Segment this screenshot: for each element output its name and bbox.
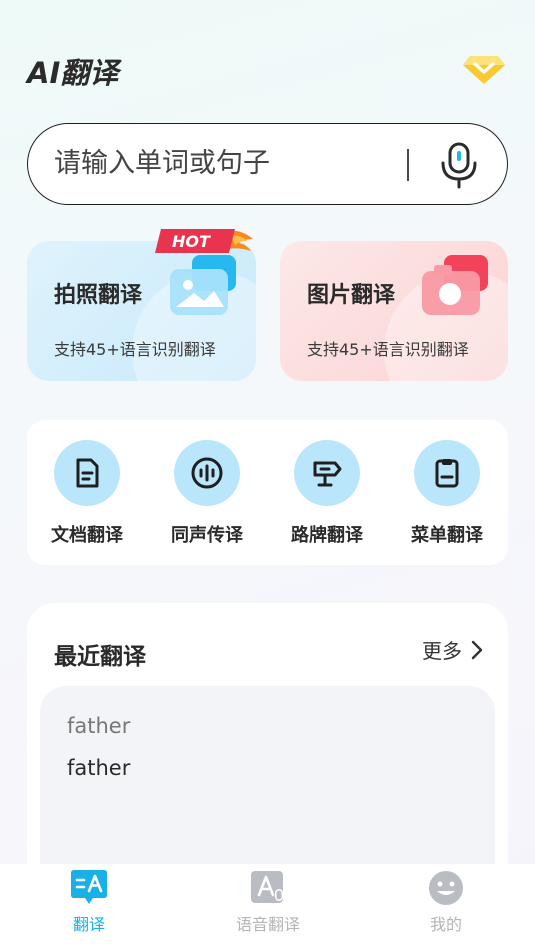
more-label: 更多 xyxy=(422,639,462,663)
search-input[interactable] xyxy=(54,124,394,203)
nav-label: 我的 xyxy=(429,915,462,934)
tool-label: 菜单翻译 xyxy=(411,525,483,546)
search-divider xyxy=(407,149,409,181)
recent-target-text: father xyxy=(67,756,131,780)
tool-label: 同声传译 xyxy=(171,525,243,546)
tool-document-translate[interactable]: 文档翻译 xyxy=(37,440,137,547)
tool-signpost-translate[interactable]: 路牌翻译 xyxy=(277,440,377,547)
tool-menu-translate[interactable]: 菜单翻译 xyxy=(397,440,497,547)
recent-source-text: father xyxy=(67,714,131,738)
voice-translate-icon xyxy=(251,871,283,903)
voice-wave-icon xyxy=(191,457,223,489)
document-icon xyxy=(76,458,99,488)
photo-translate-card[interactable]: 拍照翻译 支持45+语言识别翻译 xyxy=(27,241,256,381)
signpost-icon xyxy=(313,461,342,487)
header: AI翻译 xyxy=(27,44,507,90)
chevron-right-icon xyxy=(471,640,483,659)
card-subtitle: 支持45+语言识别翻译 xyxy=(307,340,469,359)
nav-profile[interactable]: 我的 xyxy=(386,869,506,935)
camera-icon xyxy=(422,255,488,315)
nav-voice-translate[interactable]: 语音翻译 xyxy=(208,869,328,935)
tool-label: 路牌翻译 xyxy=(291,525,363,546)
menu-clipboard-icon xyxy=(435,459,459,488)
hot-badge-text: HOT xyxy=(172,232,211,251)
photo-icon xyxy=(170,255,236,315)
recent-title: 最近翻译 xyxy=(54,644,146,670)
app-title: AI翻译 xyxy=(27,56,119,90)
tools-panel: 文档翻译 同声传译 路牌翻译 菜单翻译 xyxy=(27,420,508,565)
bottom-nav: 翻译 语音翻译 我的 xyxy=(0,864,535,951)
image-translate-card[interactable]: 图片翻译 支持45+语言识别翻译 xyxy=(280,241,508,381)
microphone-icon[interactable] xyxy=(436,141,482,189)
translate-icon xyxy=(71,870,107,904)
tool-simultaneous-interpretation[interactable]: 同声传译 xyxy=(157,440,257,547)
profile-icon xyxy=(429,871,463,905)
hot-badge: HOT xyxy=(155,229,253,253)
card-title: 图片翻译 xyxy=(307,283,396,308)
search-bar[interactable] xyxy=(27,123,508,205)
nav-label: 语音翻译 xyxy=(235,915,300,934)
tool-label: 文档翻译 xyxy=(51,525,123,546)
more-button[interactable]: 更多 xyxy=(422,635,484,664)
nav-label: 翻译 xyxy=(72,915,105,934)
translate-home-screen: AI翻译 拍照翻译 支持45+语言识别翻译 HO xyxy=(0,0,535,951)
card-subtitle: 支持45+语言识别翻译 xyxy=(54,340,216,359)
diamond-icon[interactable] xyxy=(461,44,507,90)
card-title: 拍照翻译 xyxy=(54,283,143,308)
nav-translate[interactable]: 翻译 xyxy=(29,869,149,935)
